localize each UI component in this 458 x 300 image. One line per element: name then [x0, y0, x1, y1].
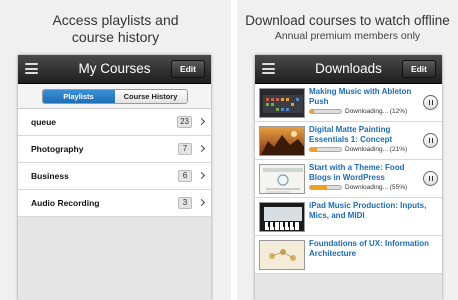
pause-icon[interactable]: [423, 133, 438, 148]
list-item[interactable]: queue 23: [18, 109, 211, 136]
course-title: Making Music with Ableton Push: [309, 87, 412, 106]
progress-bar: [309, 147, 342, 152]
left-caption: Access playlists and course history: [52, 12, 179, 45]
segmented-control-bar: Playlists Course History: [18, 84, 211, 109]
course-thumbnail: [259, 240, 305, 270]
downloads-list: Making Music with Ableton Push Downloadi…: [255, 84, 442, 274]
download-item[interactable]: Making Music with Ableton Push Downloadi…: [255, 84, 442, 122]
navbar: My Courses Edit: [18, 55, 211, 84]
download-status: Downloading... (55%): [309, 183, 407, 192]
course-title: Digital Matte Painting Essentials 1: Con…: [309, 125, 393, 144]
left-panel: Access playlists and course history My C…: [0, 0, 231, 300]
list-item[interactable]: Business 6: [18, 163, 211, 190]
segmented-control: Playlists Course History: [41, 89, 188, 104]
progress-bar: [309, 109, 342, 114]
list-item-label: Business: [31, 171, 69, 181]
download-item[interactable]: Foundations of UX: Information Architect…: [255, 236, 442, 274]
course-thumbnail: [259, 88, 305, 118]
status-text: Downloading... (55%): [345, 184, 408, 191]
right-panel: Download courses to watch offline Annual…: [237, 0, 458, 300]
download-item[interactable]: iPad Music Production: Inputs, Mics, and…: [255, 198, 442, 236]
download-status: Downloading... (21%): [309, 145, 407, 154]
edit-button[interactable]: Edit: [401, 60, 436, 78]
download-item[interactable]: Start with a Theme: Food Blogs in WordPr…: [255, 160, 442, 198]
count-badge: 23: [177, 116, 192, 128]
download-item[interactable]: Digital Matte Painting Essentials 1: Con…: [255, 122, 442, 160]
my-courses-screen: My Courses Edit Playlists Course History…: [18, 55, 211, 300]
chevron-right-icon: [197, 144, 206, 153]
progress-fill: [310, 148, 317, 151]
count-badge: 7: [178, 143, 192, 155]
course-thumbnail: [259, 164, 305, 194]
list-item-label: Audio Recording: [31, 198, 100, 208]
count-badge: 3: [178, 197, 192, 209]
list-item-label: queue: [31, 117, 57, 127]
course-title: Foundations of UX: Information Architect…: [309, 239, 429, 258]
right-caption: Download courses to watch offline: [245, 13, 450, 28]
list-item-label: Photography: [31, 144, 84, 154]
list-item[interactable]: Audio Recording 3: [18, 190, 211, 217]
pause-icon[interactable]: [423, 95, 438, 110]
edit-button[interactable]: Edit: [170, 60, 205, 78]
course-title: iPad Music Production: Inputs, Mics, and…: [309, 201, 427, 220]
course-thumbnail: [259, 202, 305, 232]
navbar: Downloads Edit: [255, 55, 442, 84]
status-text: Downloading... (12%): [345, 108, 408, 115]
pause-icon[interactable]: [423, 171, 438, 186]
chevron-right-icon: [197, 171, 206, 180]
progress-fill: [310, 186, 328, 189]
right-subcaption: Annual premium members only: [274, 30, 421, 42]
tab-playlists[interactable]: Playlists: [42, 90, 115, 103]
course-thumbnail: [259, 126, 305, 156]
chevron-right-icon: [197, 117, 206, 126]
tab-course-history[interactable]: Course History: [114, 90, 187, 103]
list-item[interactable]: Photography 7: [18, 136, 211, 163]
download-status: Downloading... (12%): [309, 107, 407, 116]
downloads-screen: Downloads Edit Making Music with Ableton…: [255, 55, 442, 300]
status-text: Downloading... (21%): [345, 146, 408, 153]
course-title: Start with a Theme: Food Blogs in WordPr…: [309, 163, 405, 182]
playlist-list: queue 23 Photography 7 Business 6 Audio …: [18, 109, 211, 217]
count-badge: 6: [178, 170, 192, 182]
progress-bar: [309, 185, 342, 190]
chevron-right-icon: [197, 198, 206, 207]
progress-fill: [310, 110, 314, 113]
